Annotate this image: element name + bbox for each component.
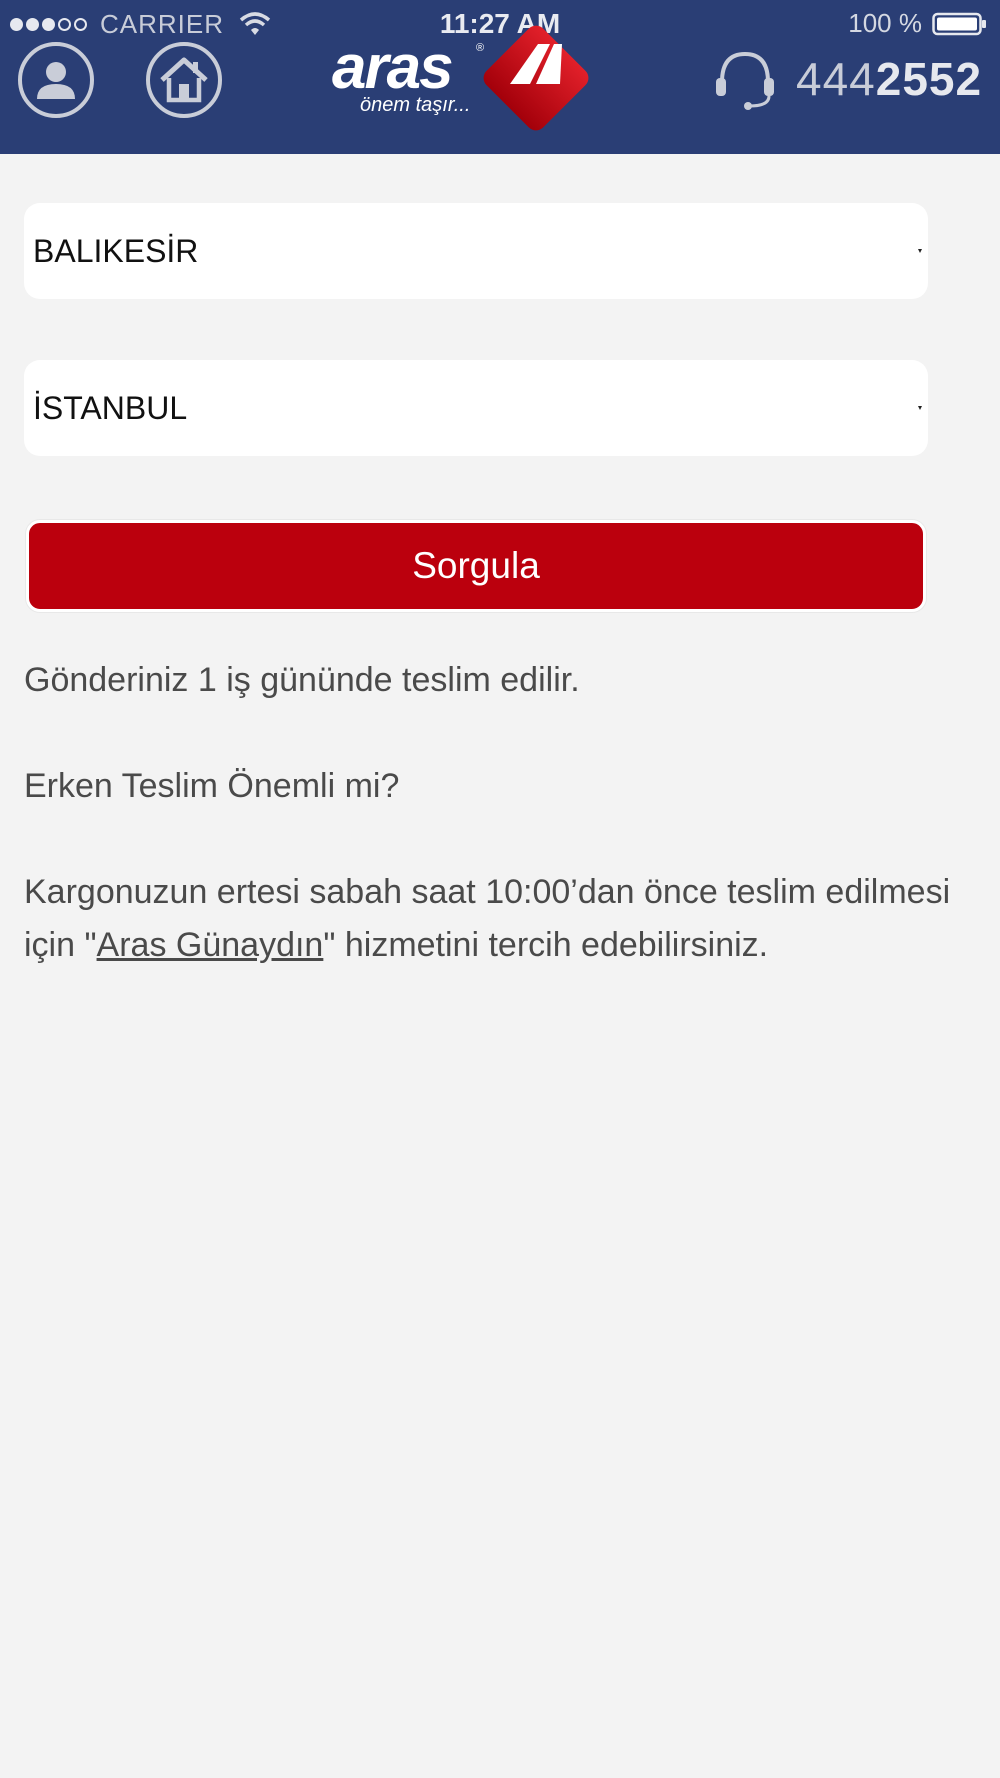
aras-logo: aras ® önem taşır... <box>330 14 600 142</box>
phone-suffix: 2552 <box>875 53 983 105</box>
profile-button[interactable] <box>18 42 94 118</box>
origin-city-value: BALIKESİR <box>33 232 199 269</box>
app-header: CARRIER 11:27 AM 100 % aras ® önem taşır… <box>0 0 1000 154</box>
promo-text-suffix: " hizmetini tercih edebilirsiniz. <box>323 926 769 964</box>
user-icon <box>37 62 75 99</box>
chevron-down-icon <box>918 406 922 410</box>
phone-prefix: 444 <box>796 53 876 105</box>
status-bar-right: 100 % <box>848 8 988 39</box>
origin-city-select[interactable]: BALIKESİR <box>24 203 928 299</box>
logo-wordmark: aras <box>332 33 454 102</box>
battery-percentage: 100 % <box>848 8 922 38</box>
support-phone-number[interactable]: 4442552 <box>796 52 982 106</box>
sorgula-button[interactable]: Sorgula <box>26 520 926 612</box>
delivery-time-message: Gönderiniz 1 iş gününde teslim edilir. <box>24 661 580 699</box>
early-delivery-promo: Kargonuzun ertesi sabah saat 10:00’dan ö… <box>24 866 984 972</box>
battery-icon <box>932 12 986 35</box>
chevron-down-icon <box>918 249 922 253</box>
destination-city-select[interactable]: İSTANBUL <box>24 360 928 456</box>
destination-city-value: İSTANBUL <box>33 389 188 426</box>
early-delivery-question: Erken Teslim Önemli mi? <box>24 767 400 805</box>
aras-gunaydin-link[interactable]: Aras Günaydın <box>97 926 324 964</box>
home-button[interactable] <box>146 42 222 118</box>
home-icon <box>160 57 208 103</box>
logo-tagline: önem taşır... <box>360 94 471 116</box>
aras-road-logo-icon <box>483 25 589 131</box>
headset-icon[interactable] <box>712 46 778 112</box>
